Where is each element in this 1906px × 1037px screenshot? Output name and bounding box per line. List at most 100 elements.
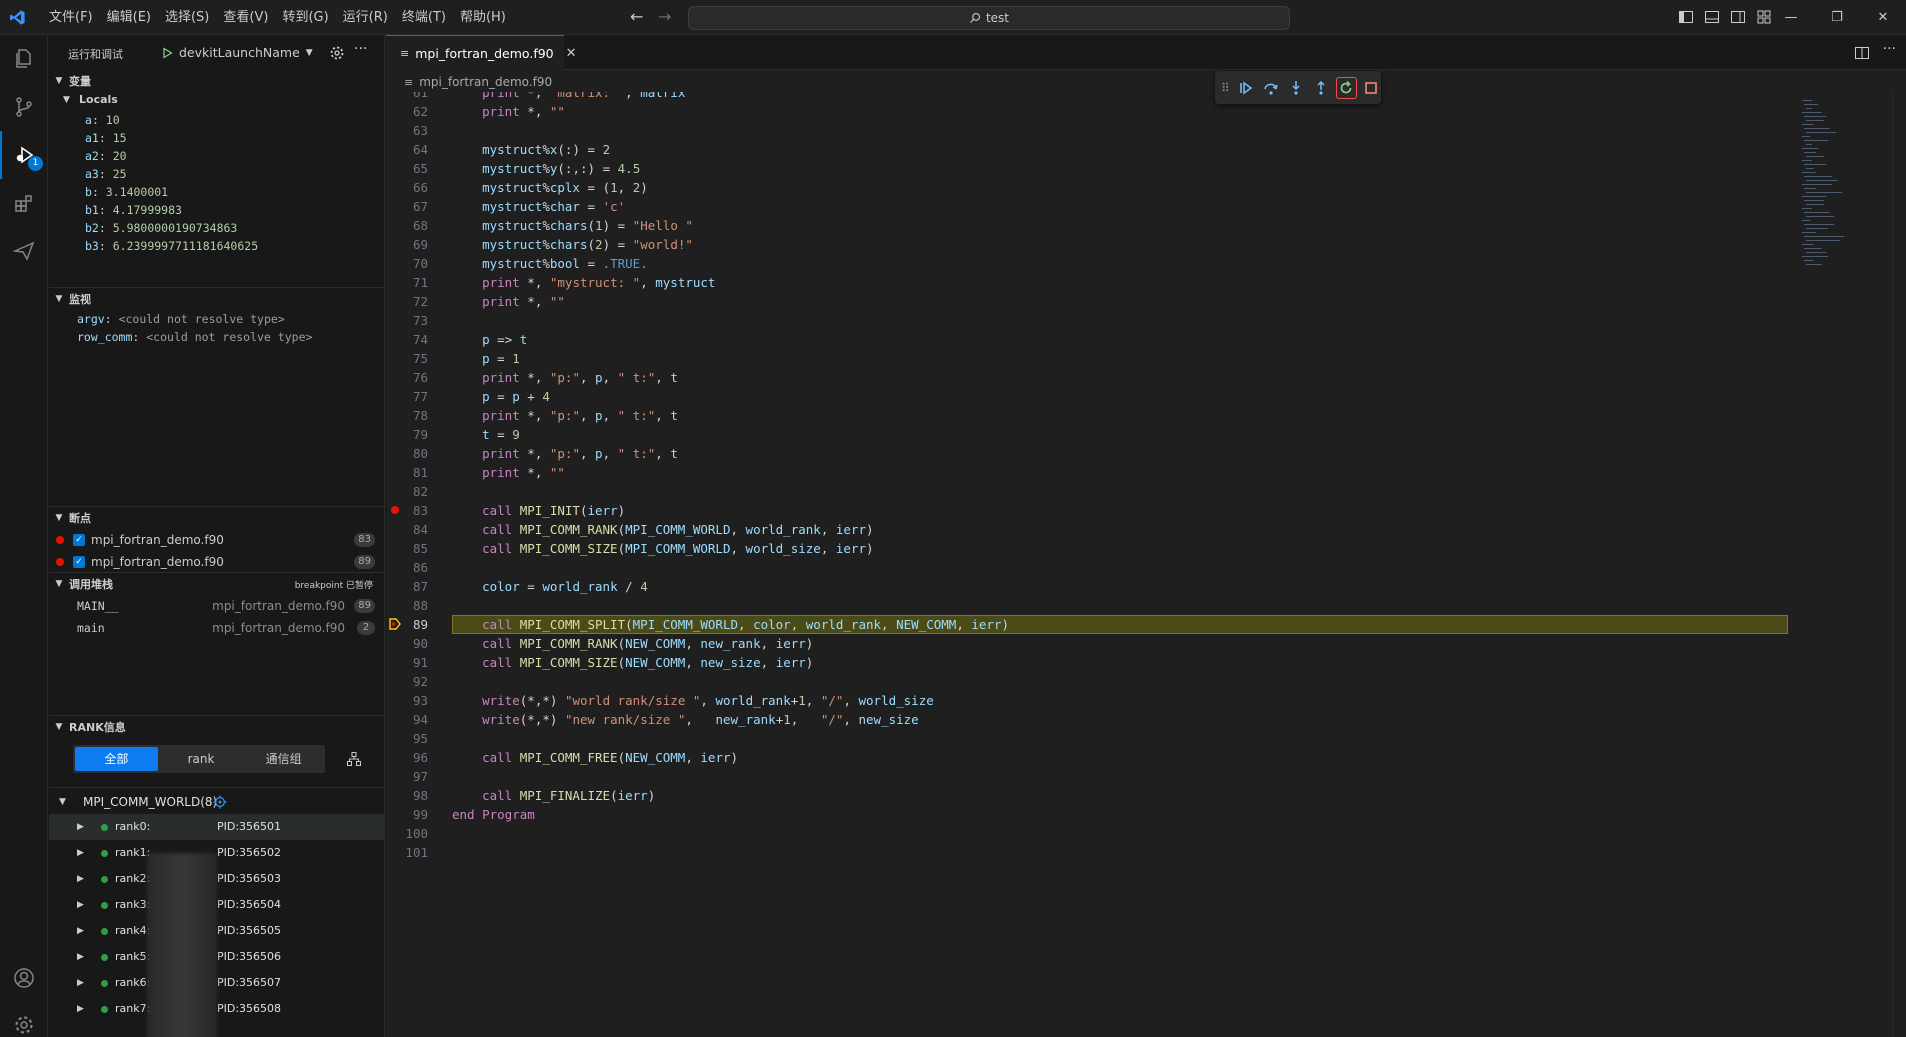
continue-icon[interactable] <box>1237 78 1256 98</box>
toggle-secondary-sidebar-icon[interactable] <box>1730 9 1746 25</box>
code-line[interactable]: 97 <box>386 767 1792 786</box>
callstack-section-header[interactable]: ▼ 调用堆栈 breakpoint 已暂停 <box>49 573 384 595</box>
source-control-activity[interactable] <box>0 83 48 131</box>
drag-handle-icon[interactable]: ⠿ <box>1221 81 1231 95</box>
editor-tab-active[interactable]: ≡ mpi_fortran_demo.f90 ✕ <box>386 35 577 70</box>
variable-row[interactable]: a: 10 <box>49 111 384 129</box>
split-editor-icon[interactable] <box>1854 45 1870 61</box>
restore-icon[interactable]: ❐ <box>1814 0 1860 35</box>
rank-row[interactable]: ▶ rank2: PID:356503 <box>49 866 384 892</box>
chevron-right-icon[interactable]: ▶ <box>77 892 84 918</box>
code-line[interactable]: 83 call MPI_INIT(ierr) <box>386 501 1792 520</box>
explorer-activity[interactable] <box>0 35 48 83</box>
breakpoint-checkbox[interactable]: ✓ <box>73 534 85 546</box>
watch-section-header[interactable]: ▼ 监视 <box>49 288 384 310</box>
vertical-scrollbar[interactable] <box>1892 92 1906 1037</box>
stop-icon[interactable] <box>1362 78 1381 98</box>
back-arrow-icon[interactable]: ← <box>630 9 646 25</box>
extensions-activity[interactable] <box>0 179 48 227</box>
code-line[interactable]: 96 call MPI_COMM_FREE(NEW_COMM, ierr) <box>386 748 1792 767</box>
watch-row[interactable]: argv: <could not resolve type> <box>49 310 384 328</box>
code-line[interactable]: 68 mystruct%chars(1) = "Hello " <box>386 216 1792 235</box>
step-out-icon[interactable] <box>1312 78 1331 98</box>
chevron-right-icon[interactable]: ▶ <box>77 918 84 944</box>
watch-row[interactable]: row_comm: <could not resolve type> <box>49 328 384 346</box>
code-line[interactable]: 98 call MPI_FINALIZE(ierr) <box>386 786 1792 805</box>
restart-icon[interactable] <box>1335 76 1357 99</box>
code-line[interactable]: 85 call MPI_COMM_SIZE(MPI_COMM_WORLD, wo… <box>386 539 1792 558</box>
more-actions-icon[interactable]: ··· <box>354 41 367 57</box>
code-line[interactable]: 67 mystruct%char = 'c' <box>386 197 1792 216</box>
code-line[interactable]: 78 print *, "p:", p, " t:", t <box>386 406 1792 425</box>
code-line[interactable]: 100 <box>386 824 1792 843</box>
chevron-right-icon[interactable]: ▶ <box>77 866 84 892</box>
code-line[interactable]: 66 mystruct%cplx = (1, 2) <box>386 178 1792 197</box>
chevron-right-icon[interactable]: ▶ <box>77 944 84 970</box>
variable-row[interactable]: b1: 4.17999983 <box>49 201 384 219</box>
chevron-right-icon[interactable]: ▶ <box>77 814 84 840</box>
rank-tab-all[interactable]: 全部 <box>75 747 158 771</box>
code-line[interactable]: 61 print *, "matrix: ", matrix <box>386 92 1792 102</box>
code-line[interactable]: 86 <box>386 558 1792 577</box>
code-line[interactable]: 69 mystruct%chars(2) = "world!" <box>386 235 1792 254</box>
breakpoint-row[interactable]: ✓ mpi_fortran_demo.f90 83 <box>49 529 384 551</box>
manage-activity[interactable] <box>0 1001 48 1037</box>
code-line[interactable]: 84 call MPI_COMM_RANK(MPI_COMM_WORLD, wo… <box>386 520 1792 539</box>
code-line[interactable]: 70 mystruct%bool = .TRUE. <box>386 254 1792 273</box>
breakpoint-checkbox[interactable]: ✓ <box>73 556 85 568</box>
code-line[interactable]: 101 <box>386 843 1792 862</box>
breakpoint-dot-icon[interactable] <box>56 536 64 544</box>
code-line[interactable]: 94 write(*,*) "new rank/size ", new_rank… <box>386 710 1792 729</box>
variable-row[interactable]: a1: 15 <box>49 129 384 147</box>
code-line[interactable]: 91 call MPI_COMM_SIZE(NEW_COMM, new_size… <box>386 653 1792 672</box>
chevron-right-icon[interactable]: ▶ <box>77 970 84 996</box>
code-line[interactable]: 73 <box>386 311 1792 330</box>
send-activity[interactable] <box>0 227 48 275</box>
step-into-icon[interactable] <box>1287 78 1306 98</box>
code-line[interactable]: 62 print *, "" <box>386 102 1792 121</box>
rank-row[interactable]: ▶ rank7: PID:356508 <box>49 996 384 1022</box>
rank-tab-rank[interactable]: rank <box>160 745 243 773</box>
code-line[interactable]: 64 mystruct%x(:) = 2 <box>386 140 1792 159</box>
launch-config-selector[interactable]: devkitLaunchName ▼ <box>161 45 313 60</box>
code-line[interactable]: 90 call MPI_COMM_RANK(NEW_COMM, new_rank… <box>386 634 1792 653</box>
variable-row[interactable]: a2: 20 <box>49 147 384 165</box>
code-line[interactable]: 72 print *, "" <box>386 292 1792 311</box>
code-line[interactable]: 88 <box>386 596 1792 615</box>
rank-row[interactable]: ▶ rank1: PID:356502 <box>49 840 384 866</box>
command-center-search[interactable]: test <box>688 6 1290 30</box>
code-line[interactable]: 77 p = p + 4 <box>386 387 1792 406</box>
rank-row[interactable]: ▶ rank0: PID:356501 <box>49 814 384 840</box>
toggle-panel-icon[interactable] <box>1704 9 1720 25</box>
menu-selection[interactable]: 选择(S) <box>158 0 216 35</box>
stack-frame-row[interactable]: main mpi_fortran_demo.f90 2 <box>49 617 384 639</box>
code-line[interactable]: 93 write(*,*) "world rank/size ", world_… <box>386 691 1792 710</box>
variable-row[interactable]: b2: 5.9800000190734863 <box>49 219 384 237</box>
step-over-icon[interactable] <box>1262 78 1281 98</box>
code-line[interactable]: 95 <box>386 729 1792 748</box>
menu-terminal[interactable]: 终端(T) <box>395 0 453 35</box>
minimap[interactable] <box>1792 92 1892 1037</box>
rank-row[interactable]: ▶ rank3: PID:356504 <box>49 892 384 918</box>
menu-go[interactable]: 转到(G) <box>275 0 335 35</box>
rank-row[interactable]: ▶ rank4: PID:356505 <box>49 918 384 944</box>
variable-row[interactable]: a3: 25 <box>49 165 384 183</box>
close-icon[interactable]: ✕ <box>566 46 577 61</box>
variable-row[interactable]: b: 3.1400001 <box>49 183 384 201</box>
open-launch-json-gear-icon[interactable] <box>329 45 345 61</box>
chevron-right-icon[interactable]: ▶ <box>77 840 84 866</box>
menu-run[interactable]: 运行(R) <box>336 0 395 35</box>
code-line[interactable]: 81 print *, "" <box>386 463 1792 482</box>
stack-frame-row[interactable]: MAIN__ mpi_fortran_demo.f90 89 <box>49 595 384 617</box>
menu-edit[interactable]: 编辑(E) <box>100 0 158 35</box>
code-line[interactable]: 79 t = 9 <box>386 425 1792 444</box>
code-line[interactable]: 76 print *, "p:", p, " t:", t <box>386 368 1792 387</box>
start-debugging-icon[interactable] <box>161 46 173 59</box>
close-window-icon[interactable]: ✕ <box>1860 0 1906 35</box>
accounts-activity[interactable] <box>0 954 48 1002</box>
more-actions-icon[interactable]: ··· <box>1883 41 1896 57</box>
breakpoint-dot-icon[interactable] <box>56 558 64 566</box>
menu-help[interactable]: 帮助(H) <box>453 0 513 35</box>
variable-row[interactable]: b3: 6.2399997711181640625 <box>49 237 384 255</box>
comm-world-group[interactable]: ▼ MPI_COMM_WORLD(8) <box>49 790 384 814</box>
